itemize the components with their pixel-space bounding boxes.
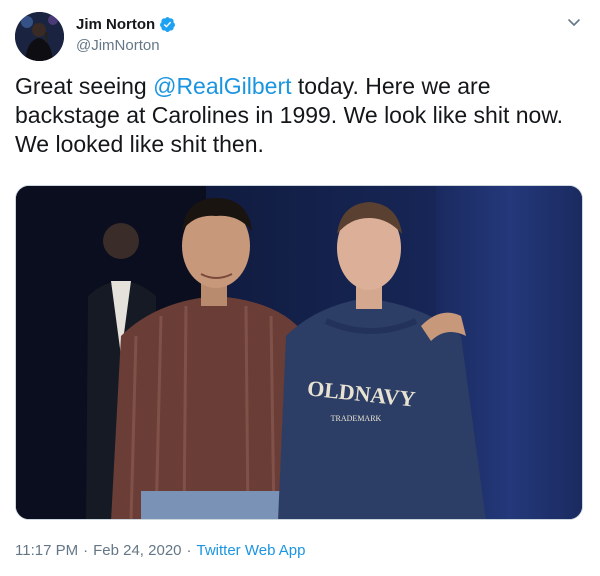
chevron-down-icon[interactable] [566,14,582,30]
tweet-card: Jim Norton @JimNorton Great seeing @Real… [0,0,600,576]
tweet-date[interactable]: Feb 24, 2020 [93,542,181,559]
meta-separator: · [186,542,192,559]
backstage-photo: OLDNAVY TRADEMARK [16,186,582,519]
display-name[interactable]: Jim Norton [76,16,155,33]
mention-link[interactable]: @RealGilbert [153,73,291,99]
tweet-text: Great seeing @RealGilbert today. Here we… [15,72,590,159]
verified-badge-icon [159,16,176,33]
tweet-photo[interactable]: OLDNAVY TRADEMARK [15,185,583,520]
tweet-source-link[interactable]: Twitter Web App [197,542,306,559]
handle[interactable]: @JimNorton [76,37,176,54]
tweet-meta: 11:17 PM · Feb 24, 2020 · Twitter Web Ap… [15,542,305,559]
author-block: Jim Norton @JimNorton [76,15,176,54]
meta-separator: · [83,542,89,559]
avatar[interactable] [15,12,64,61]
tweet-time[interactable]: 11:17 PM [15,542,78,559]
avatar-photo [15,12,64,61]
sweatshirt-sub: TRADEMARK [331,414,382,423]
tweet-text-start: Great seeing [15,73,154,99]
